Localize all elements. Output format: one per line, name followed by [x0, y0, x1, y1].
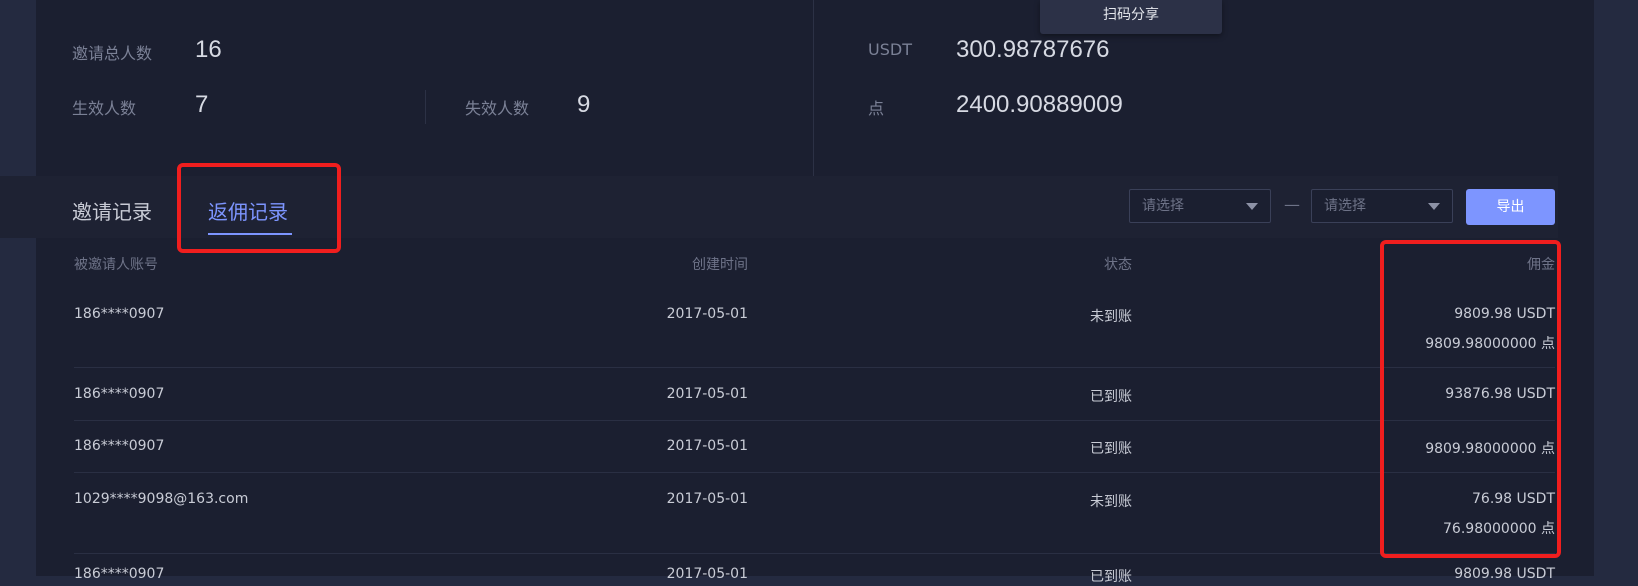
header-created-time: 创建时间	[692, 257, 748, 273]
row-divider	[74, 472, 1555, 473]
row-divider	[74, 553, 1555, 554]
date-cell: 2017-05-01	[666, 386, 748, 402]
effective-label: 生效人数	[72, 99, 137, 118]
row-divider	[74, 367, 1555, 368]
header-status: 状态	[1104, 257, 1132, 273]
points-label: 点	[868, 99, 885, 118]
end-date-select[interactable]: 请选择	[1311, 189, 1453, 223]
commission-cell: 9809.98 USDT	[1454, 566, 1555, 582]
start-date-placeholder: 请选择	[1142, 198, 1184, 214]
tab-highlight-box	[177, 163, 341, 253]
effective-value: 7	[195, 91, 209, 118]
stats-column-divider	[813, 0, 814, 176]
share-qr-menu-item[interactable]: 扫码分享	[1040, 0, 1222, 34]
stats-divider	[425, 90, 426, 124]
invalid-label: 失效人数	[465, 99, 530, 118]
total-invites-value: 16	[195, 36, 222, 63]
main-panel	[36, 0, 1594, 576]
export-button[interactable]: 导出	[1466, 189, 1555, 225]
account-cell: 1029****9098@163.com	[74, 491, 249, 507]
row-divider	[74, 420, 1555, 421]
status-cell: 已到账	[1090, 569, 1132, 585]
date-cell: 2017-05-01	[666, 306, 748, 322]
start-date-select[interactable]: 请选择	[1129, 189, 1271, 223]
total-invites-label: 邀请总人数	[72, 44, 153, 63]
header-account: 被邀请人账号	[74, 257, 158, 273]
account-cell: 186****0907	[74, 386, 165, 402]
account-cell: 186****0907	[74, 566, 165, 582]
date-cell: 2017-05-01	[666, 566, 748, 582]
status-cell: 已到账	[1090, 389, 1132, 405]
usdt-value: 300.98787676	[956, 36, 1110, 63]
chevron-down-icon	[1428, 203, 1440, 210]
invalid-value: 9	[577, 91, 591, 118]
date-cell: 2017-05-01	[666, 438, 748, 454]
commission-highlight-box	[1380, 240, 1561, 558]
end-date-placeholder: 请选择	[1324, 198, 1366, 214]
status-cell: 未到账	[1090, 309, 1132, 325]
date-cell: 2017-05-01	[666, 491, 748, 507]
status-cell: 未到账	[1090, 494, 1132, 510]
status-cell: 已到账	[1090, 441, 1132, 457]
tab-invite-records[interactable]: 邀请记录	[72, 196, 152, 225]
usdt-label: USDT	[868, 40, 912, 59]
account-cell: 186****0907	[74, 438, 165, 454]
date-range-separator: —	[1284, 195, 1300, 214]
points-value: 2400.90889009	[956, 91, 1123, 118]
account-cell: 186****0907	[74, 306, 165, 322]
chevron-down-icon	[1246, 203, 1258, 210]
